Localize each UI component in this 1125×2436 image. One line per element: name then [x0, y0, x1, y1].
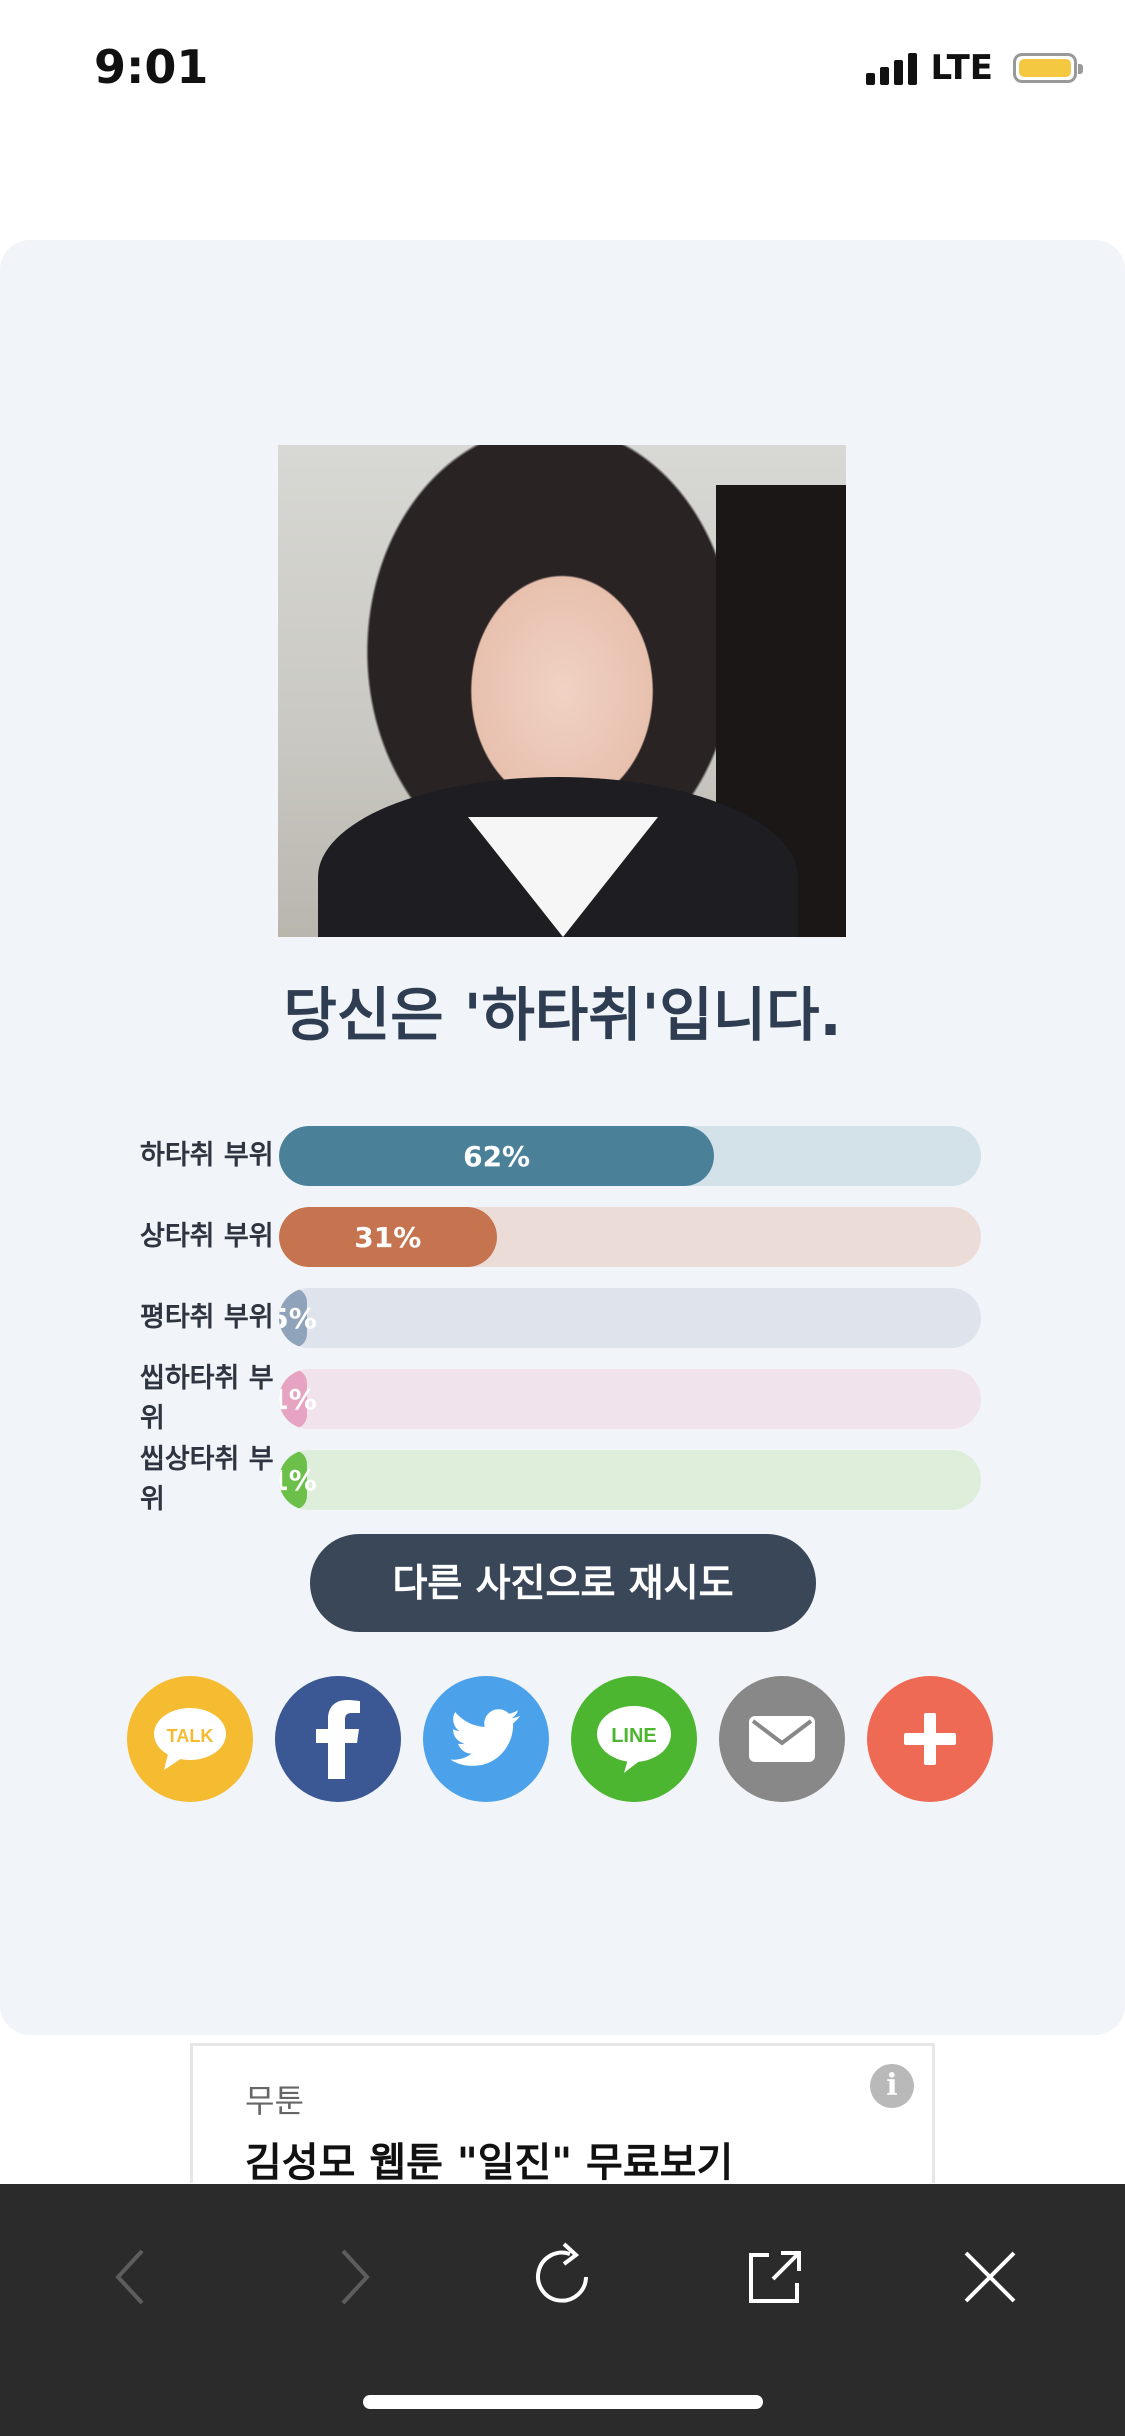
external-link-icon [749, 2251, 801, 2303]
score-bar-fill: 62% [279, 1126, 715, 1186]
chevron-left-icon [115, 2249, 144, 2305]
score-bar-label: 씹상타취 부위 [140, 1444, 274, 1515]
email-share-button[interactable] [719, 1676, 845, 1802]
signal-icon [865, 51, 917, 85]
score-bar-label: 씹하타취 부위 [140, 1363, 274, 1434]
open-external-button[interactable] [730, 2232, 820, 2322]
score-bar-percent: 1% [279, 1463, 317, 1497]
score-bar: 하타취 부위 62% [0, 1126, 1125, 1186]
line-share-button[interactable]: LINE [571, 1676, 697, 1802]
close-button[interactable] [945, 2232, 1035, 2322]
result-card: 당신은 '하타취'입니다. 하타취 부위 62% 상타취 부위 31% 평타취 … [0, 240, 1125, 2035]
status-time: 9:01 [94, 40, 209, 94]
score-bar-fill: 1% [279, 1369, 317, 1429]
chevron-right-icon [341, 2249, 370, 2305]
score-bar-label: 하타취 부위 [140, 1140, 274, 1171]
twitter-share-button[interactable] [423, 1676, 549, 1802]
score-bar-track: 62% [279, 1126, 981, 1186]
share-buttons: TALK LINE [127, 1676, 997, 1802]
more-share-button[interactable] [867, 1676, 993, 1802]
plus-icon [904, 1713, 956, 1765]
info-icon[interactable]: i [870, 2064, 914, 2108]
envelope-icon [749, 1716, 815, 1762]
score-bar-label: 평타취 부위 [140, 1302, 274, 1333]
score-bar-percent: 31% [354, 1220, 422, 1254]
reload-button[interactable] [518, 2232, 608, 2322]
score-bar: 평타취 부위 5% [0, 1288, 1125, 1348]
score-bar-fill: 31% [279, 1207, 497, 1267]
score-bar-fill: 1% [279, 1450, 317, 1510]
network-type: LTE [930, 48, 993, 88]
score-bar: 씹하타취 부위 1% [0, 1363, 1125, 1434]
twitter-icon [450, 1709, 520, 1766]
battery-icon [1013, 53, 1083, 83]
score-bar-track: 1% [279, 1450, 981, 1510]
kakaotalk-icon: TALK [154, 1708, 226, 1770]
score-bar-percent: 1% [279, 1382, 317, 1416]
result-photo [278, 445, 846, 937]
kakaotalk-share-button[interactable]: TALK [127, 1676, 253, 1802]
score-bar-track: 5% [279, 1288, 981, 1348]
forward-button[interactable] [310, 2232, 400, 2322]
facebook-share-button[interactable] [275, 1676, 401, 1802]
back-button[interactable] [85, 2232, 175, 2322]
score-bar-fill: 5% [279, 1288, 317, 1348]
status-bar: 9:01 LTE [0, 0, 1125, 140]
ad-source: 무툰 [245, 2082, 304, 2120]
reload-icon [536, 2242, 588, 2303]
retry-button[interactable]: 다른 사진으로 재시도 [310, 1534, 816, 1632]
close-icon [964, 2251, 1016, 2303]
result-title: 당신은 '하타취'입니다. [283, 981, 842, 1049]
ad-title[interactable]: 김성모 웹툰 "일진" 무료보기 [245, 2130, 733, 2188]
facebook-icon [316, 1700, 360, 1779]
ad-banner[interactable]: 무툰 김성모 웹툰 "일진" 무료보기 i [190, 2043, 935, 2186]
score-bar: 씹상타취 부위 1% [0, 1444, 1125, 1515]
kakaotalk-label: TALK [167, 1726, 214, 1746]
score-bar: 상타취 부위 31% [0, 1207, 1125, 1267]
score-bar-percent: 62% [463, 1139, 531, 1173]
line-icon: LINE [597, 1706, 671, 1773]
status-indicators: LTE [865, 48, 1083, 88]
home-indicator [363, 2395, 763, 2409]
score-bar-track: 31% [279, 1207, 981, 1267]
score-bar-track: 1% [279, 1369, 981, 1429]
line-label: LINE [611, 1725, 657, 1747]
score-bar-label: 상타취 부위 [140, 1221, 274, 1252]
score-bar-percent: 5% [279, 1301, 317, 1335]
